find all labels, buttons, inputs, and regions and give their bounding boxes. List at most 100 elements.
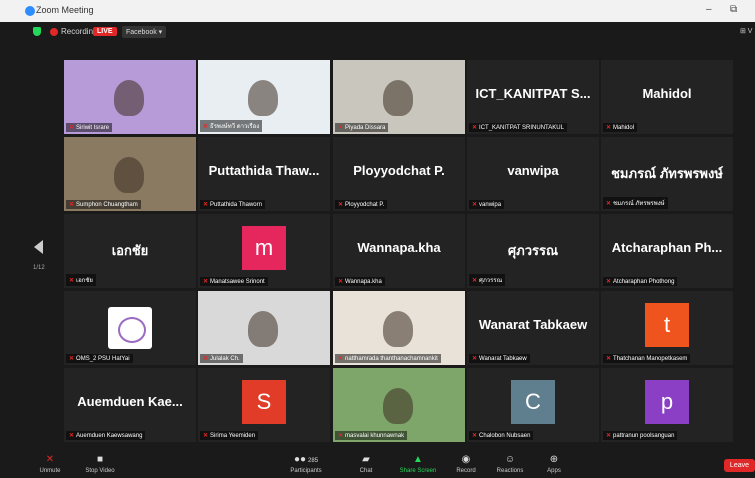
participant-display-name: Auemduen Kae... — [77, 394, 183, 409]
zoom-window: Zoom Meeting – ⧉ Recording LIVE Facebook… — [0, 0, 755, 478]
muted-mic-icon: ✕ — [338, 433, 344, 439]
participant-tile[interactable]: ✕ ธีรพงษ์ทวี ดาวเรือง — [198, 60, 330, 134]
live-badge: LIVE — [93, 27, 117, 36]
participant-label-text: ชมภรณ์ ภัทรพรพงษ์ — [613, 201, 665, 207]
participant-label-text: masvalai khunnawnak — [345, 433, 405, 439]
participant-name-label: ✕ ธีรพงษ์ทวี ดาวเรือง — [200, 120, 263, 132]
participant-display-name: Ployyodchat P. — [353, 163, 445, 178]
participant-name-label: ✕ ศุภวรรณ — [469, 274, 506, 286]
participant-tile[interactable]: ✕ Sumphon Chuangtham — [64, 137, 196, 211]
participant-display-name: Atcharaphan Ph... — [611, 240, 723, 255]
participant-label-text: Siriwit Israre — [76, 125, 110, 131]
person-silhouette-icon — [248, 311, 278, 347]
participant-tile[interactable]: vanwipa ✕ vanwipa — [467, 137, 599, 211]
participant-label-text: Sumphon Chuangtham — [76, 202, 138, 208]
participants-button[interactable]: ●● 285 Participants — [276, 454, 336, 474]
participant-label-text: Auemduen Kaewsawang — [76, 433, 143, 439]
participant-tile[interactable]: Wannapa.kha ✕ Wannapa.kha — [333, 214, 465, 288]
participant-tile[interactable]: Ployyodchat P. ✕ Ployyodchat P. — [333, 137, 465, 211]
participant-display-name: Mahidol — [642, 86, 692, 101]
recording-dot-icon — [50, 28, 58, 36]
participant-name-label: ✕ Chalobon Nubsaen — [469, 431, 534, 440]
muted-mic-icon: ✕ — [606, 433, 612, 439]
stop-video-button[interactable]: ■ Stop Video — [70, 454, 130, 474]
participant-tile[interactable]: ✕ Piyada Dissara — [333, 60, 465, 134]
muted-mic-icon: ✕ — [203, 202, 209, 208]
muted-mic-icon: ✕ — [69, 356, 75, 362]
muted-mic-icon: ✕ — [606, 356, 612, 362]
participant-display-name: ICT_KANITPAT S... — [475, 86, 591, 101]
participant-tile[interactable]: ชมภรณ์ ภัทรพรพงษ์ ✕ ชมภรณ์ ภัทรพรพงษ์ — [601, 137, 733, 211]
chat-button[interactable]: ▰ Chat — [336, 454, 396, 474]
participant-name-label: ✕ natthamrada thanthanachamnankit — [335, 354, 441, 363]
restore-button[interactable]: ⧉ — [730, 4, 737, 15]
participant-name-label: ✕ ชมภรณ์ ภัทรพรพงษ์ — [603, 197, 668, 209]
participant-tile[interactable]: ✕ Julalak Ch. — [198, 291, 330, 365]
participant-label-text: เอกชัย — [76, 278, 93, 284]
participant-label-text: Wannapa.kha — [345, 279, 382, 285]
muted-mic-icon: ✕ — [472, 202, 478, 208]
muted-mic-icon: ✕ — [338, 125, 344, 131]
participant-tile[interactable]: S ✕ Sirima Yeemiden — [198, 368, 330, 442]
participant-name-label: ✕ Ployyodchat P. — [335, 200, 388, 209]
participant-display-name: vanwipa — [507, 163, 559, 178]
participant-tile[interactable]: Puttathida Thaw... ✕ Puttathida Thaworn — [198, 137, 330, 211]
person-silhouette-icon — [248, 80, 278, 116]
participant-tile[interactable]: Auemduen Kae... ✕ Auemduen Kaewsawang — [64, 368, 196, 442]
participant-label-text: Chalobon Nubsaen — [479, 433, 531, 439]
participant-tile[interactable]: C ✕ Chalobon Nubsaen — [467, 368, 599, 442]
participant-display-name: เอกชัย — [111, 243, 149, 258]
participant-tile[interactable]: ✕ Siriwit Israre — [64, 60, 196, 134]
muted-mic-icon: ✕ — [69, 278, 75, 284]
participant-tile[interactable]: ✕ masvalai khunnawnak — [333, 368, 465, 442]
muted-mic-icon: ✕ — [69, 202, 75, 208]
participant-name-label: ✕ OMS_2 PSU HatYai — [66, 354, 133, 363]
participant-tile[interactable]: ✕ OMS_2 PSU HatYai — [64, 291, 196, 365]
participant-tile[interactable]: m ✕ Manatsawee Srinont — [198, 214, 330, 288]
recording-label[interactable]: Recording — [61, 27, 97, 36]
participant-label-text: Atcharaphan Phothong — [613, 279, 675, 285]
participant-tile[interactable]: t ✕ Thatchanan Manopetkasem — [601, 291, 733, 365]
participant-label-text: Julalak Ch. — [210, 356, 240, 362]
muted-mic-icon: ✕ — [472, 433, 478, 439]
participant-label-text: ICT_KANITPAT SRINUNTAKUL — [479, 125, 564, 131]
participant-tile[interactable]: p ✕ pattranun poolsanguan — [601, 368, 733, 442]
leave-button[interactable]: Leave — [723, 459, 755, 472]
person-silhouette-icon — [114, 80, 144, 116]
participant-name-label: ✕ Wanarat Tabkaew — [469, 354, 530, 363]
view-button[interactable]: ⊞ V — [740, 27, 752, 35]
minimize-button[interactable]: – — [706, 4, 712, 15]
participant-display-name: ศุภวรรณ — [507, 243, 559, 258]
participant-tile[interactable]: เอกชัย ✕ เอกชัย — [64, 214, 196, 288]
participant-tile[interactable]: ICT_KANITPAT S... ✕ ICT_KANITPAT SRINUNTAK… — [467, 60, 599, 134]
muted-mic-icon: ✕ — [203, 124, 209, 130]
participant-tile[interactable]: Atcharaphan Ph... ✕ Atcharaphan Phothong — [601, 214, 733, 288]
participant-name-label: ✕ Puttathida Thaworn — [200, 200, 265, 209]
muted-mic-icon: ✕ — [338, 356, 344, 362]
participant-avatar: p — [645, 380, 689, 424]
muted-mic-icon: ✕ — [203, 356, 209, 362]
participant-display-name: Puttathida Thaw... — [208, 163, 320, 178]
participant-tile[interactable]: ✕ natthamrada thanthanachamnankit — [333, 291, 465, 365]
participant-name-label: ✕ Siriwit Israre — [66, 123, 113, 132]
participant-name-label: ✕ Mahidol — [603, 123, 638, 132]
participant-tile[interactable]: Mahidol ✕ Mahidol — [601, 60, 733, 134]
shield-icon[interactable] — [33, 27, 41, 36]
participant-name-label: ✕ Thatchanan Manopetkasem — [603, 354, 691, 363]
participant-label-text: vanwipa — [479, 202, 502, 208]
previous-page-arrow-icon[interactable] — [34, 240, 43, 254]
participant-tile[interactable]: ศุภวรรณ ✕ ศุภวรรณ — [467, 214, 599, 288]
participant-tile[interactable]: Wanarat Tabkaew ✕ Wanarat Tabkaew — [467, 291, 599, 365]
participant-avatar: t — [645, 303, 689, 347]
muted-mic-icon: ✕ — [472, 125, 478, 131]
participant-name-label: ✕ Julalak Ch. — [200, 354, 243, 363]
stream-target-dropdown[interactable]: Facebook ▾ — [122, 26, 167, 38]
person-silhouette-icon — [383, 80, 413, 116]
participant-label-text: Wanarat Tabkaew — [479, 356, 527, 362]
participant-label-text: Ployyodchat P. — [345, 202, 385, 208]
participant-name-label: ✕ ICT_KANITPAT SRINUNTAKUL — [469, 123, 567, 132]
participant-label-text: Manatsawee Srinont — [210, 279, 265, 285]
chat-bubble-icon: ▰ — [362, 454, 370, 465]
apps-button[interactable]: ⊕ Apps — [524, 454, 584, 474]
participant-name-label: ✕ vanwipa — [469, 200, 505, 209]
